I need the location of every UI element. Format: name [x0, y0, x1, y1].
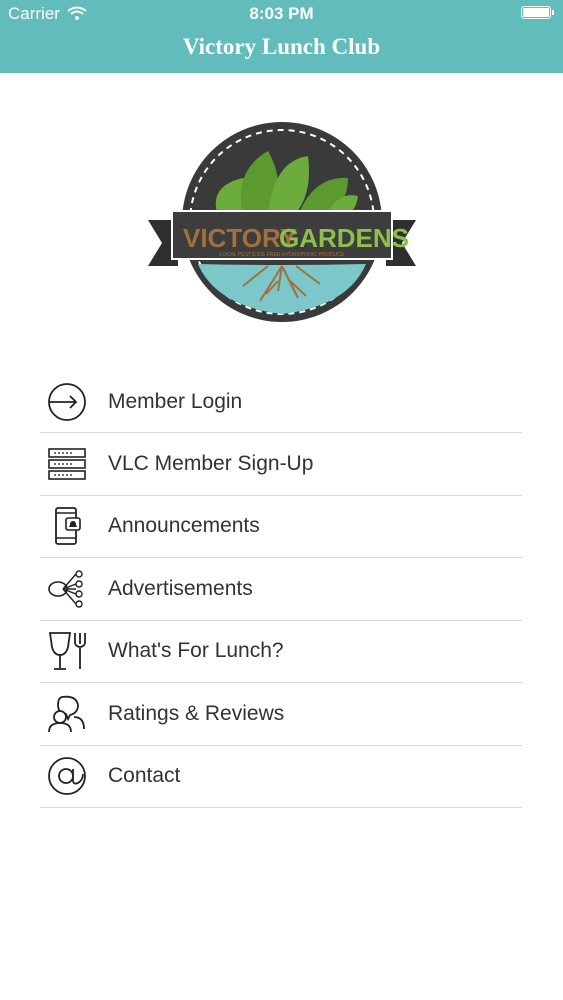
menu-label: VLC Member Sign-Up — [108, 451, 314, 475]
page-title: Victory Lunch Club — [182, 34, 381, 59]
glass-fork-icon — [48, 632, 86, 671]
status-time: 8:03 PM — [249, 4, 314, 23]
menu-label: Advertisements — [108, 576, 253, 600]
top-bar: Carrier 8:03 PM Victory Lunch Club — [0, 0, 563, 73]
menu-item-member-login[interactable]: Member Login — [40, 372, 522, 433]
menu-label: Member Login — [108, 390, 243, 413]
menu-label: Contact — [108, 764, 181, 788]
logo-brand-right: GARDENS — [279, 223, 409, 253]
main-menu: Member Login VLC Member Sign-Up Announce… — [40, 372, 522, 808]
menu-item-advertisements[interactable]: Advertisements — [40, 558, 522, 621]
login-arrow-icon — [48, 383, 86, 421]
menu-item-whats-for-lunch[interactable]: What's For Lunch? — [40, 621, 522, 683]
chat-people-icon — [48, 695, 85, 732]
menu-label: Ratings & Reviews — [108, 701, 285, 725]
menu-label: What's For Lunch? — [108, 639, 284, 663]
phone-notification-icon — [55, 507, 81, 546]
server-stack-icon — [48, 447, 86, 480]
battery-icon — [521, 6, 554, 19]
victory-gardens-logo: VICTORY GARDENS LOCAL PESTICIDE FREE HYD… — [148, 122, 416, 322]
logo-tagline: LOCAL PESTICIDE FREE HYDROPONIC PRODUCE — [220, 252, 345, 258]
network-nodes-icon — [48, 570, 83, 608]
menu-label: Announcements — [108, 514, 260, 538]
menu-item-contact[interactable]: Contact — [40, 746, 522, 808]
menu-item-ratings-reviews[interactable]: Ratings & Reviews — [40, 683, 522, 746]
menu-item-member-sign-up[interactable]: VLC Member Sign-Up — [40, 433, 522, 496]
at-sign-icon — [48, 757, 86, 796]
menu-item-announcements[interactable]: Announcements — [40, 496, 522, 558]
